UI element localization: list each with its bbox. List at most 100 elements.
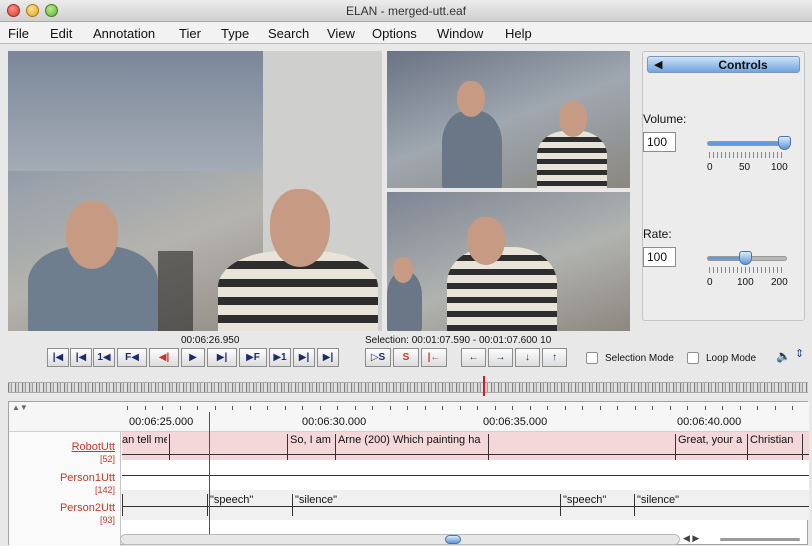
play-selection-s-button[interactable]: ▷S [365,348,391,367]
collapse-arrow-icon[interactable]: ◀ [654,58,662,71]
zoom-slider[interactable] [720,538,800,541]
person-left-head [457,81,485,117]
tier-count: [52] [99,454,115,464]
previous-second-button[interactable]: 1◀ [93,348,115,367]
ruler-label: 00:06:40.000 [677,416,742,428]
selection-mode-checkbox[interactable] [586,352,598,364]
person-left [442,111,502,188]
ruler-tick [792,406,793,410]
ruler-tick [687,406,688,410]
elan-window: ELAN - merged-utt.eaf File Edit Annotati… [0,0,812,546]
ruler-tick [652,406,653,410]
annotation[interactable]: an tell me [122,434,167,446]
speaker-icon[interactable]: 🔈 [776,349,791,363]
volume-slider-knob[interactable] [778,136,791,150]
previous-pixel-button[interactable]: F◀ [117,348,147,367]
scroll-left-right-icon[interactable]: ◀ ▶ [683,533,699,544]
volume-tick-mid: 50 [739,162,751,173]
rate-label: Rate: [643,227,672,241]
arrow-up-button[interactable]: ↑ [542,348,567,367]
timeline-scrollbar[interactable] [120,534,680,545]
menu-edit[interactable]: Edit [50,26,72,41]
ruler-tick [320,406,321,410]
menu-search[interactable]: Search [268,26,309,41]
ruler-label: 00:06:35.000 [483,416,548,428]
play-selection-button[interactable]: ▶| [207,348,237,367]
tier-name-person2utt[interactable]: Person2Utt [60,502,115,514]
rate-slider-knob[interactable] [739,251,752,265]
menu-file[interactable]: File [8,26,29,41]
go-to-begin-button[interactable]: |◀ [47,348,69,367]
play-button[interactable]: ▶ [181,348,205,367]
controls-tab[interactable]: ◀ Controls [647,56,800,73]
video-bottom-right[interactable] [387,192,630,331]
annotation[interactable]: Christian [750,434,802,446]
next-frame-button[interactable]: ▶| [293,348,315,367]
stepper-icon[interactable]: ⇕ [795,347,804,360]
menu-bar: File Edit Annotation Tier Type Search Vi… [0,22,812,44]
menu-options[interactable]: Options [372,26,417,41]
menu-tier[interactable]: Tier [179,26,201,41]
ruler-tick [530,406,531,410]
menu-help[interactable]: Help [505,26,532,41]
next-second-button[interactable]: ▶1 [269,348,291,367]
previous-frame-button[interactable]: |◀ [70,348,92,367]
volume-field[interactable]: 100 [643,132,676,152]
ruler-tick [705,406,706,410]
ruler-tick [407,406,408,410]
go-to-end-button[interactable]: ▶| [317,348,339,367]
clear-selection-button[interactable]: S [393,348,419,367]
annotation[interactable]: So, I am [290,434,334,446]
ruler-tick [232,406,233,410]
annotation-timeline[interactable]: ▲▼ 00:06:25.000 00:06:30.000 00:06:35.00… [8,401,809,546]
tier-name-person1utt[interactable]: Person1Utt [60,472,115,484]
ruler-tick [162,406,163,410]
annotation[interactable]: "silence" [295,494,385,506]
ruler-tick [442,406,443,410]
ruler-tick [740,406,741,410]
volume-slider[interactable] [707,141,787,146]
tier-name-panel: RobotUtt [52] Person1Utt [142] Person2Ut… [9,432,121,546]
ruler-tick [127,406,128,410]
loop-mode-checkbox[interactable] [687,352,699,364]
menu-window[interactable]: Window [437,26,483,41]
volume-tick-min: 0 [707,162,713,173]
person-left-head [66,201,118,269]
tier-row-robotutt[interactable]: an tell me So, I am Arne (200) Which pai… [122,432,809,460]
arrow-right-button[interactable]: → [488,348,513,367]
next-pixel-button[interactable]: ▶F [239,348,267,367]
annotation[interactable]: "speech" [210,494,290,506]
menu-view[interactable]: View [327,26,355,41]
ruler-tick [775,406,776,410]
ruler-tick [600,406,601,410]
menu-type[interactable]: Type [221,26,249,41]
ruler-tick [250,406,251,410]
arrow-left-button[interactable]: ← [461,348,486,367]
collapse-ruler-icon[interactable]: ▲▼ [12,403,28,412]
video-top-right[interactable] [387,51,630,188]
overview-cursor[interactable] [483,376,485,396]
rate-tick-min: 0 [707,277,713,288]
annotation[interactable]: "speech" [563,494,633,506]
annotation[interactable]: Arne (200) Which painting ha [338,434,488,446]
tier-row-person1utt[interactable] [122,460,809,490]
annotation[interactable]: "silence" [637,494,727,506]
timeline-overview[interactable] [8,382,808,393]
arrow-down-button[interactable]: ↓ [515,348,540,367]
play-selection-backward-button[interactable]: ◀| [149,348,179,367]
tier-row-person2utt[interactable]: "speech" "silence" "speech" "silence" [122,490,809,520]
ruler-tick [215,406,216,410]
scrollbar-thumb[interactable] [445,535,461,544]
rate-field[interactable]: 100 [643,247,676,267]
ruler-tick [355,406,356,410]
annotation[interactable]: Great, your a [678,434,746,446]
video-main[interactable] [8,51,382,331]
volume-ticks [709,152,785,158]
tier-name-robotutt[interactable]: RobotUtt [72,441,115,453]
person-right-head [559,101,587,137]
timeline-crosshair[interactable] [209,412,210,545]
time-ruler[interactable]: ▲▼ 00:06:25.000 00:06:30.000 00:06:35.00… [9,402,809,432]
ruler-tick [267,406,268,410]
selection-boundary-button[interactable]: |← [421,348,447,367]
menu-annotation[interactable]: Annotation [93,26,155,41]
